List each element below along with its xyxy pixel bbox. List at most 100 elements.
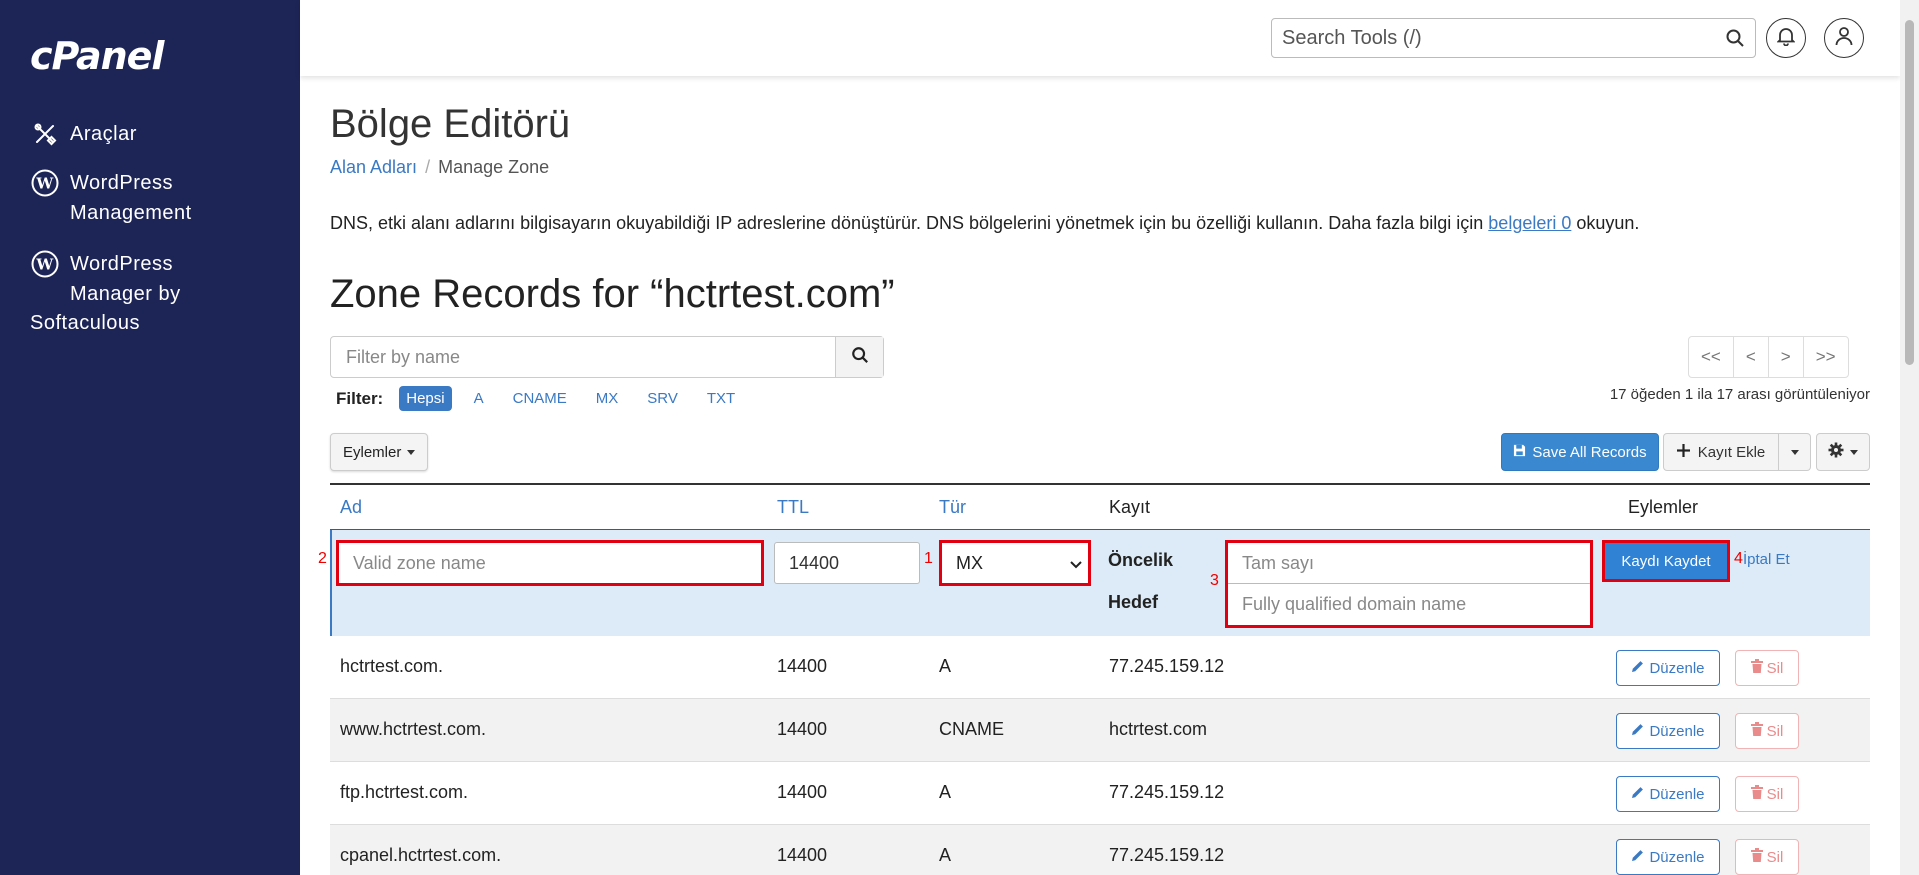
cancel-edit-link[interactable]: İptal Et (1743, 551, 1790, 568)
record-value: 77.245.159.12 (1109, 845, 1225, 865)
edit-label: Düzenle (1649, 722, 1705, 740)
documentation-link[interactable]: belgeleri 0 (1488, 213, 1571, 233)
page-scrollbar[interactable] (1900, 0, 1919, 875)
add-record-type-dropdown[interactable] (1779, 433, 1811, 471)
svg-text:W: W (35, 175, 54, 193)
record-type: A (939, 656, 952, 676)
highlight-box-name (336, 540, 764, 586)
edit-record-button[interactable]: Düzenle (1616, 839, 1720, 875)
description-text-end: okuyun. (1571, 213, 1640, 233)
search-tools-input[interactable] (1272, 19, 1715, 57)
search-tools-box (1271, 18, 1756, 58)
edit-label: Düzenle (1649, 785, 1705, 803)
record-type: CNAME (939, 719, 1005, 739)
filter-chip-a[interactable]: A (467, 386, 491, 411)
page-title: Bölge Editörü (330, 102, 571, 146)
pager-first-button[interactable]: << (1689, 337, 1733, 377)
wordpress-icon: W (30, 168, 60, 198)
sidebar-item-wordpress-manager-softaculous[interactable]: W WordPress Manager by (30, 249, 181, 309)
cpanel-logo[interactable]: cPanel (30, 34, 164, 78)
scrollbar-thumb[interactable] (1905, 20, 1914, 365)
trash-icon (1750, 659, 1763, 677)
edit-record-button[interactable]: Düzenle (1616, 776, 1720, 812)
filter-chip-txt[interactable]: TXT (700, 386, 742, 411)
sidebar-item-wordpress-management[interactable]: W WordPress Management (30, 168, 192, 228)
save-all-records-label: Save All Records (1532, 443, 1647, 461)
column-header-actions: Eylemler (1628, 497, 1699, 517)
column-header-type[interactable]: Tür (939, 497, 966, 518)
delete-record-button[interactable]: Sil (1735, 776, 1799, 812)
table-header: Ad TTL Tür Kayıt Eylemler (330, 483, 1870, 531)
record-ttl-input[interactable] (774, 542, 920, 584)
pager-prev-button[interactable]: < (1732, 337, 1768, 377)
pagination-info: 17 öğeden 1 ila 17 arası görüntüleniyor (1609, 386, 1870, 403)
filter-label: Filter: (336, 388, 384, 408)
caret-down-icon (407, 449, 416, 455)
delete-record-button[interactable]: Sil (1735, 713, 1799, 749)
pencil-icon (1631, 723, 1644, 740)
filter-chip-mx[interactable]: MX (589, 386, 626, 411)
sidebar-item-label-continued: Softaculous (30, 312, 141, 334)
top-header (300, 0, 1900, 76)
save-record-button[interactable]: Kaydı Kaydet (1605, 543, 1727, 579)
record-value: 77.245.159.12 (1109, 656, 1225, 676)
pager-last-button[interactable]: >> (1802, 337, 1848, 377)
delete-label: Sil (1766, 848, 1784, 866)
record-ttl: 14400 (777, 719, 828, 739)
record-type-select[interactable]: MX (942, 543, 1088, 583)
target-input[interactable] (1228, 584, 1590, 625)
filter-chip-srv[interactable]: SRV (640, 386, 685, 411)
record-ttl: 14400 (777, 656, 828, 676)
delete-record-button[interactable]: Sil (1735, 650, 1799, 686)
filter-chip-all[interactable]: Hepsi (399, 386, 452, 411)
record-ttl: 14400 (777, 845, 828, 865)
breadcrumb-domains-link[interactable]: Alan Adları (330, 157, 417, 178)
sidebar-item-label: Araçlar (70, 123, 137, 145)
caret-down-icon (1790, 449, 1799, 455)
highlight-box-save: Kaydı Kaydet (1602, 540, 1730, 582)
pager-next-button[interactable]: > (1767, 337, 1803, 377)
search-icon (851, 346, 869, 369)
column-header-ttl[interactable]: TTL (777, 497, 809, 518)
record-name: www.hctrtest.com. (340, 719, 487, 739)
new-record-edit-row: 2 1 MX Öncelik Hedef 3 Kaydı Kaydet 4 İp… (318, 530, 1870, 636)
breadcrumb-separator: / (425, 157, 431, 177)
filter-search-button[interactable] (835, 337, 883, 377)
trash-icon (1750, 785, 1763, 803)
search-icon[interactable] (1715, 28, 1755, 48)
edit-record-button[interactable]: Düzenle (1616, 650, 1720, 686)
delete-label: Sil (1766, 785, 1784, 803)
record-name: cpanel.hctrtest.com. (340, 845, 502, 865)
tools-icon (30, 119, 60, 149)
bulk-actions-dropdown[interactable]: Eylemler (330, 433, 429, 471)
delete-record-button[interactable]: Sil (1735, 839, 1799, 875)
table-row: www.hctrtest.com. 14400 CNAME hctrtest.c… (330, 699, 1870, 762)
annotation-marker-3: 3 (1210, 572, 1219, 589)
priority-input[interactable] (1228, 543, 1590, 584)
table-row: cpanel.hctrtest.com. 14400 A 77.245.159.… (330, 825, 1870, 875)
settings-dropdown[interactable] (1816, 433, 1870, 471)
caret-down-icon (1850, 449, 1858, 455)
save-all-records-button[interactable]: Save All Records (1501, 433, 1659, 471)
annotation-marker-2: 2 (318, 550, 327, 567)
edit-record-button[interactable]: Düzenle (1616, 713, 1720, 749)
notifications-button[interactable] (1766, 18, 1806, 58)
column-header-name[interactable]: Ad (340, 497, 362, 518)
add-record-button[interactable]: Kayıt Ekle (1663, 433, 1779, 471)
bulk-actions-label: Eylemler (343, 443, 402, 461)
annotation-marker-1: 1 (924, 550, 933, 567)
sidebar-item-tools[interactable]: Araçlar (30, 119, 137, 149)
description-text: DNS, etki alanı adlarını bilgisayarın ok… (330, 213, 1489, 233)
user-menu-button[interactable] (1824, 18, 1864, 58)
priority-label: Öncelik (1108, 550, 1174, 570)
table-row: hctrtest.com. 14400 A 77.245.159.12 Düze… (330, 636, 1870, 699)
zone-records-table: Ad TTL Tür Kayıt Eylemler (330, 483, 1870, 531)
add-record-label: Kayıt Ekle (1697, 443, 1766, 461)
sidebar-item-label: WordPress Manager by (70, 253, 181, 305)
svg-text:W: W (35, 256, 54, 274)
record-value: hctrtest.com (1109, 719, 1208, 739)
filter-by-name-input[interactable] (331, 337, 835, 377)
sidebar: cPanel Araçlar W WordPress Management W … (0, 0, 300, 875)
filter-chip-cname[interactable]: CNAME (506, 386, 574, 411)
record-name-input[interactable] (339, 543, 761, 583)
